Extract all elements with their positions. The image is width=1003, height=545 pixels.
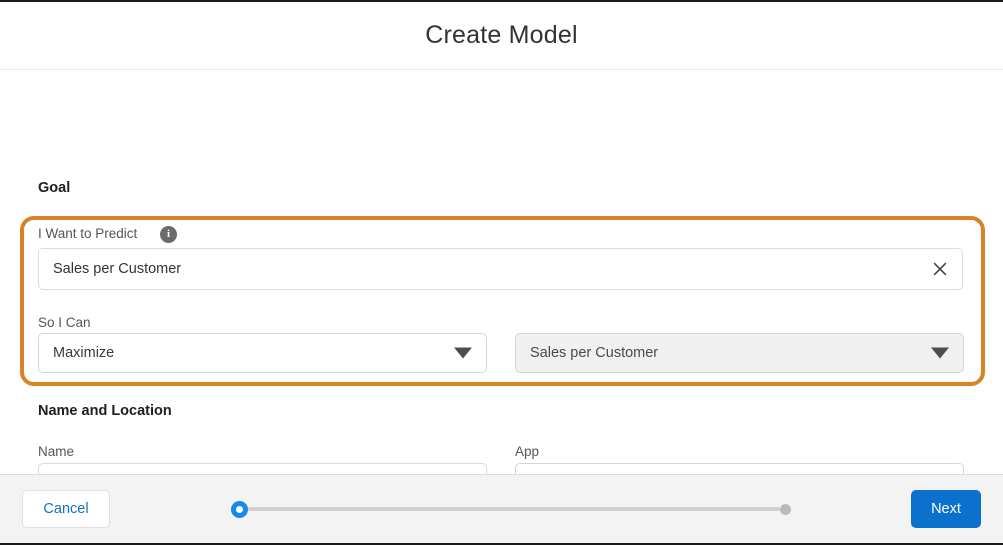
create-model-dialog: Create Model Goal I Want to Predict i Sa… <box>0 0 1003 545</box>
progress-indicator <box>110 500 911 518</box>
predict-input-value: Sales per Customer <box>53 261 182 277</box>
name-field-label: Name <box>38 444 75 459</box>
info-icon[interactable]: i <box>160 226 177 243</box>
name-location-section-heading: Name and Location <box>38 403 172 419</box>
predict-input[interactable]: Sales per Customer <box>38 248 963 290</box>
progress-track <box>247 507 780 511</box>
so-i-can-select-value: Maximize <box>53 345 115 361</box>
caret-down-icon <box>454 347 472 359</box>
dialog-footer: Cancel Next <box>0 474 1003 543</box>
goal-target-select[interactable]: Sales per Customer <box>515 333 964 373</box>
app-field-label: App <box>515 444 540 459</box>
progress-step-1[interactable] <box>230 500 248 518</box>
cancel-button-label: Cancel <box>43 501 89 517</box>
dialog-body: Goal I Want to Predict i Sales per Custo… <box>0 70 1003 503</box>
progress-steps <box>230 500 791 518</box>
cancel-button[interactable]: Cancel <box>22 490 110 528</box>
next-button-label: Next <box>931 501 961 517</box>
so-i-can-field-label: So I Can <box>38 315 91 330</box>
close-icon[interactable] <box>930 259 950 279</box>
goal-section-heading: Goal <box>38 180 71 196</box>
so-i-can-select[interactable]: Maximize <box>38 333 487 373</box>
next-button[interactable]: Next <box>911 490 981 528</box>
page-title: Create Model <box>425 21 578 49</box>
goal-target-select-value: Sales per Customer <box>530 345 659 361</box>
progress-step-2[interactable] <box>779 503 791 515</box>
caret-down-icon <box>931 347 949 359</box>
dialog-header: Create Model <box>0 2 1003 70</box>
predict-field-label: I Want to Predict <box>38 226 138 241</box>
